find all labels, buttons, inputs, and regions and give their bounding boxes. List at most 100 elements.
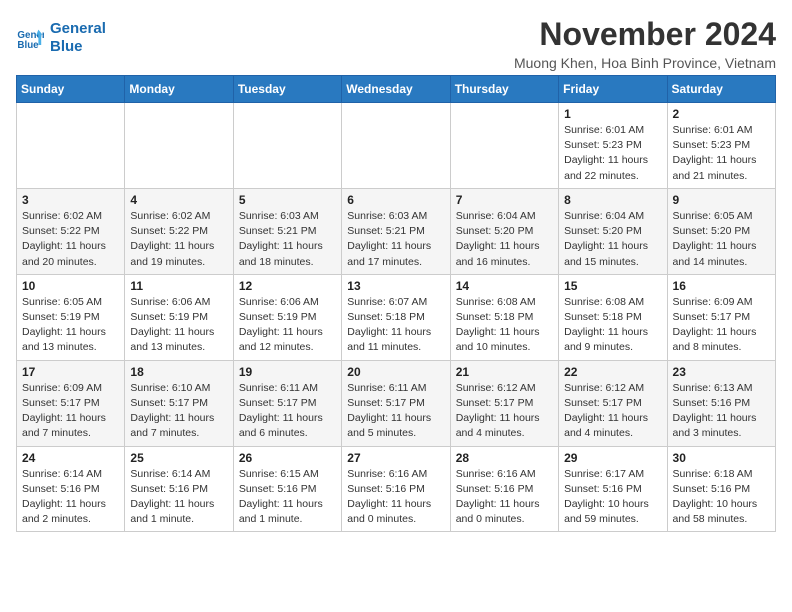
day-number: 26 bbox=[239, 451, 336, 465]
location: Muong Khen, Hoa Binh Province, Vietnam bbox=[514, 55, 776, 71]
day-number: 17 bbox=[22, 365, 119, 379]
day-info: Sunrise: 6:04 AM Sunset: 5:20 PM Dayligh… bbox=[564, 209, 661, 270]
day-number: 28 bbox=[456, 451, 553, 465]
day-info: Sunrise: 6:09 AM Sunset: 5:17 PM Dayligh… bbox=[673, 295, 770, 356]
day-cell-18: 18 Sunrise: 6:10 AM Sunset: 5:17 PM Dayli… bbox=[125, 360, 233, 446]
day-info: Sunrise: 6:10 AM Sunset: 5:17 PM Dayligh… bbox=[130, 381, 227, 442]
day-info: Sunrise: 6:06 AM Sunset: 5:19 PM Dayligh… bbox=[130, 295, 227, 356]
empty-cell bbox=[233, 103, 341, 189]
weekday-header-sunday: Sunday bbox=[17, 76, 125, 103]
day-info: Sunrise: 6:01 AM Sunset: 5:23 PM Dayligh… bbox=[564, 123, 661, 184]
day-number: 8 bbox=[564, 193, 661, 207]
day-cell-12: 12 Sunrise: 6:06 AM Sunset: 5:19 PM Dayli… bbox=[233, 274, 341, 360]
page-header: General Blue General Blue November 2024 … bbox=[16, 16, 776, 71]
day-info: Sunrise: 6:08 AM Sunset: 5:18 PM Dayligh… bbox=[564, 295, 661, 356]
weekday-header-row: SundayMondayTuesdayWednesdayThursdayFrid… bbox=[17, 76, 776, 103]
day-number: 9 bbox=[673, 193, 770, 207]
day-number: 19 bbox=[239, 365, 336, 379]
day-info: Sunrise: 6:07 AM Sunset: 5:18 PM Dayligh… bbox=[347, 295, 444, 356]
weekday-header-saturday: Saturday bbox=[667, 76, 775, 103]
weekday-header-tuesday: Tuesday bbox=[233, 76, 341, 103]
empty-cell bbox=[17, 103, 125, 189]
day-info: Sunrise: 6:08 AM Sunset: 5:18 PM Dayligh… bbox=[456, 295, 553, 356]
day-cell-23: 23 Sunrise: 6:13 AM Sunset: 5:16 PM Dayli… bbox=[667, 360, 775, 446]
weekday-header-wednesday: Wednesday bbox=[342, 76, 450, 103]
day-info: Sunrise: 6:09 AM Sunset: 5:17 PM Dayligh… bbox=[22, 381, 119, 442]
day-info: Sunrise: 6:15 AM Sunset: 5:16 PM Dayligh… bbox=[239, 467, 336, 528]
day-cell-3: 3 Sunrise: 6:02 AM Sunset: 5:22 PM Daylig… bbox=[17, 188, 125, 274]
day-number: 12 bbox=[239, 279, 336, 293]
day-cell-26: 26 Sunrise: 6:15 AM Sunset: 5:16 PM Dayli… bbox=[233, 446, 341, 532]
day-number: 11 bbox=[130, 279, 227, 293]
day-cell-7: 7Sunrise: 6:04 AM Sunset: 5:20 PM Daylig… bbox=[450, 188, 558, 274]
day-number: 1 bbox=[564, 107, 661, 121]
weekday-header-monday: Monday bbox=[125, 76, 233, 103]
empty-cell bbox=[450, 103, 558, 189]
day-info: Sunrise: 6:14 AM Sunset: 5:16 PM Dayligh… bbox=[130, 467, 227, 528]
day-cell-17: 17 Sunrise: 6:09 AM Sunset: 5:17 PM Dayli… bbox=[17, 360, 125, 446]
day-number: 23 bbox=[673, 365, 770, 379]
day-cell-25: 25 Sunrise: 6:14 AM Sunset: 5:16 PM Dayli… bbox=[125, 446, 233, 532]
day-cell-9: 9 Sunrise: 6:05 AM Sunset: 5:20 PM Daylig… bbox=[667, 188, 775, 274]
week-row-4: 17 Sunrise: 6:09 AM Sunset: 5:17 PM Dayli… bbox=[17, 360, 776, 446]
title-area: November 2024 Muong Khen, Hoa Binh Provi… bbox=[514, 16, 776, 71]
day-number: 25 bbox=[130, 451, 227, 465]
day-info: Sunrise: 6:12 AM Sunset: 5:17 PM Dayligh… bbox=[456, 381, 553, 442]
day-number: 6 bbox=[347, 193, 444, 207]
day-cell-14: 14Sunrise: 6:08 AM Sunset: 5:18 PM Dayli… bbox=[450, 274, 558, 360]
calendar-table: SundayMondayTuesdayWednesdayThursdayFrid… bbox=[16, 75, 776, 532]
day-number: 30 bbox=[673, 451, 770, 465]
day-info: Sunrise: 6:16 AM Sunset: 5:16 PM Dayligh… bbox=[347, 467, 444, 528]
day-info: Sunrise: 6:02 AM Sunset: 5:22 PM Dayligh… bbox=[130, 209, 227, 270]
week-row-3: 10 Sunrise: 6:05 AM Sunset: 5:19 PM Dayli… bbox=[17, 274, 776, 360]
day-cell-1: 1 Sunrise: 6:01 AM Sunset: 5:23 PM Daylig… bbox=[559, 103, 667, 189]
day-number: 29 bbox=[564, 451, 661, 465]
day-cell-11: 11 Sunrise: 6:06 AM Sunset: 5:19 PM Dayli… bbox=[125, 274, 233, 360]
day-number: 15 bbox=[564, 279, 661, 293]
logo-icon: General Blue bbox=[16, 24, 44, 52]
logo: General Blue General Blue bbox=[16, 20, 106, 56]
day-number: 7 bbox=[456, 193, 553, 207]
day-info: Sunrise: 6:03 AM Sunset: 5:21 PM Dayligh… bbox=[239, 209, 336, 270]
day-cell-21: 21 Sunrise: 6:12 AM Sunset: 5:17 PM Dayli… bbox=[450, 360, 558, 446]
day-number: 13 bbox=[347, 279, 444, 293]
svg-text:Blue: Blue bbox=[17, 40, 39, 51]
day-info: Sunrise: 6:02 AM Sunset: 5:22 PM Dayligh… bbox=[22, 209, 119, 270]
week-row-5: 24Sunrise: 6:14 AM Sunset: 5:16 PM Dayli… bbox=[17, 446, 776, 532]
day-number: 22 bbox=[564, 365, 661, 379]
day-cell-29: 29 Sunrise: 6:17 AM Sunset: 5:16 PM Dayli… bbox=[559, 446, 667, 532]
day-info: Sunrise: 6:12 AM Sunset: 5:17 PM Dayligh… bbox=[564, 381, 661, 442]
day-info: Sunrise: 6:17 AM Sunset: 5:16 PM Dayligh… bbox=[564, 467, 661, 528]
logo-text-line1: General bbox=[50, 20, 106, 38]
weekday-header-friday: Friday bbox=[559, 76, 667, 103]
day-cell-15: 15 Sunrise: 6:08 AM Sunset: 5:18 PM Dayli… bbox=[559, 274, 667, 360]
day-cell-27: 27 Sunrise: 6:16 AM Sunset: 5:16 PM Dayli… bbox=[342, 446, 450, 532]
day-info: Sunrise: 6:14 AM Sunset: 5:16 PM Dayligh… bbox=[22, 467, 119, 528]
day-number: 3 bbox=[22, 193, 119, 207]
day-number: 18 bbox=[130, 365, 227, 379]
day-info: Sunrise: 6:13 AM Sunset: 5:16 PM Dayligh… bbox=[673, 381, 770, 442]
day-info: Sunrise: 6:03 AM Sunset: 5:21 PM Dayligh… bbox=[347, 209, 444, 270]
month-title: November 2024 bbox=[514, 16, 776, 53]
empty-cell bbox=[125, 103, 233, 189]
day-cell-8: 8 Sunrise: 6:04 AM Sunset: 5:20 PM Daylig… bbox=[559, 188, 667, 274]
day-cell-20: 20Sunrise: 6:11 AM Sunset: 5:17 PM Dayli… bbox=[342, 360, 450, 446]
empty-cell bbox=[342, 103, 450, 189]
week-row-1: 1 Sunrise: 6:01 AM Sunset: 5:23 PM Daylig… bbox=[17, 103, 776, 189]
day-cell-5: 5Sunrise: 6:03 AM Sunset: 5:21 PM Daylig… bbox=[233, 188, 341, 274]
day-cell-13: 13 Sunrise: 6:07 AM Sunset: 5:18 PM Dayli… bbox=[342, 274, 450, 360]
day-cell-19: 19 Sunrise: 6:11 AM Sunset: 5:17 PM Dayli… bbox=[233, 360, 341, 446]
day-cell-16: 16Sunrise: 6:09 AM Sunset: 5:17 PM Dayli… bbox=[667, 274, 775, 360]
day-cell-10: 10 Sunrise: 6:05 AM Sunset: 5:19 PM Dayli… bbox=[17, 274, 125, 360]
day-info: Sunrise: 6:05 AM Sunset: 5:19 PM Dayligh… bbox=[22, 295, 119, 356]
day-number: 10 bbox=[22, 279, 119, 293]
day-cell-24: 24Sunrise: 6:14 AM Sunset: 5:16 PM Dayli… bbox=[17, 446, 125, 532]
day-info: Sunrise: 6:05 AM Sunset: 5:20 PM Dayligh… bbox=[673, 209, 770, 270]
day-cell-4: 4Sunrise: 6:02 AM Sunset: 5:22 PM Daylig… bbox=[125, 188, 233, 274]
day-number: 21 bbox=[456, 365, 553, 379]
day-info: Sunrise: 6:06 AM Sunset: 5:19 PM Dayligh… bbox=[239, 295, 336, 356]
day-number: 20 bbox=[347, 365, 444, 379]
day-info: Sunrise: 6:11 AM Sunset: 5:17 PM Dayligh… bbox=[239, 381, 336, 442]
day-number: 27 bbox=[347, 451, 444, 465]
logo-text-line2: Blue bbox=[50, 38, 106, 56]
